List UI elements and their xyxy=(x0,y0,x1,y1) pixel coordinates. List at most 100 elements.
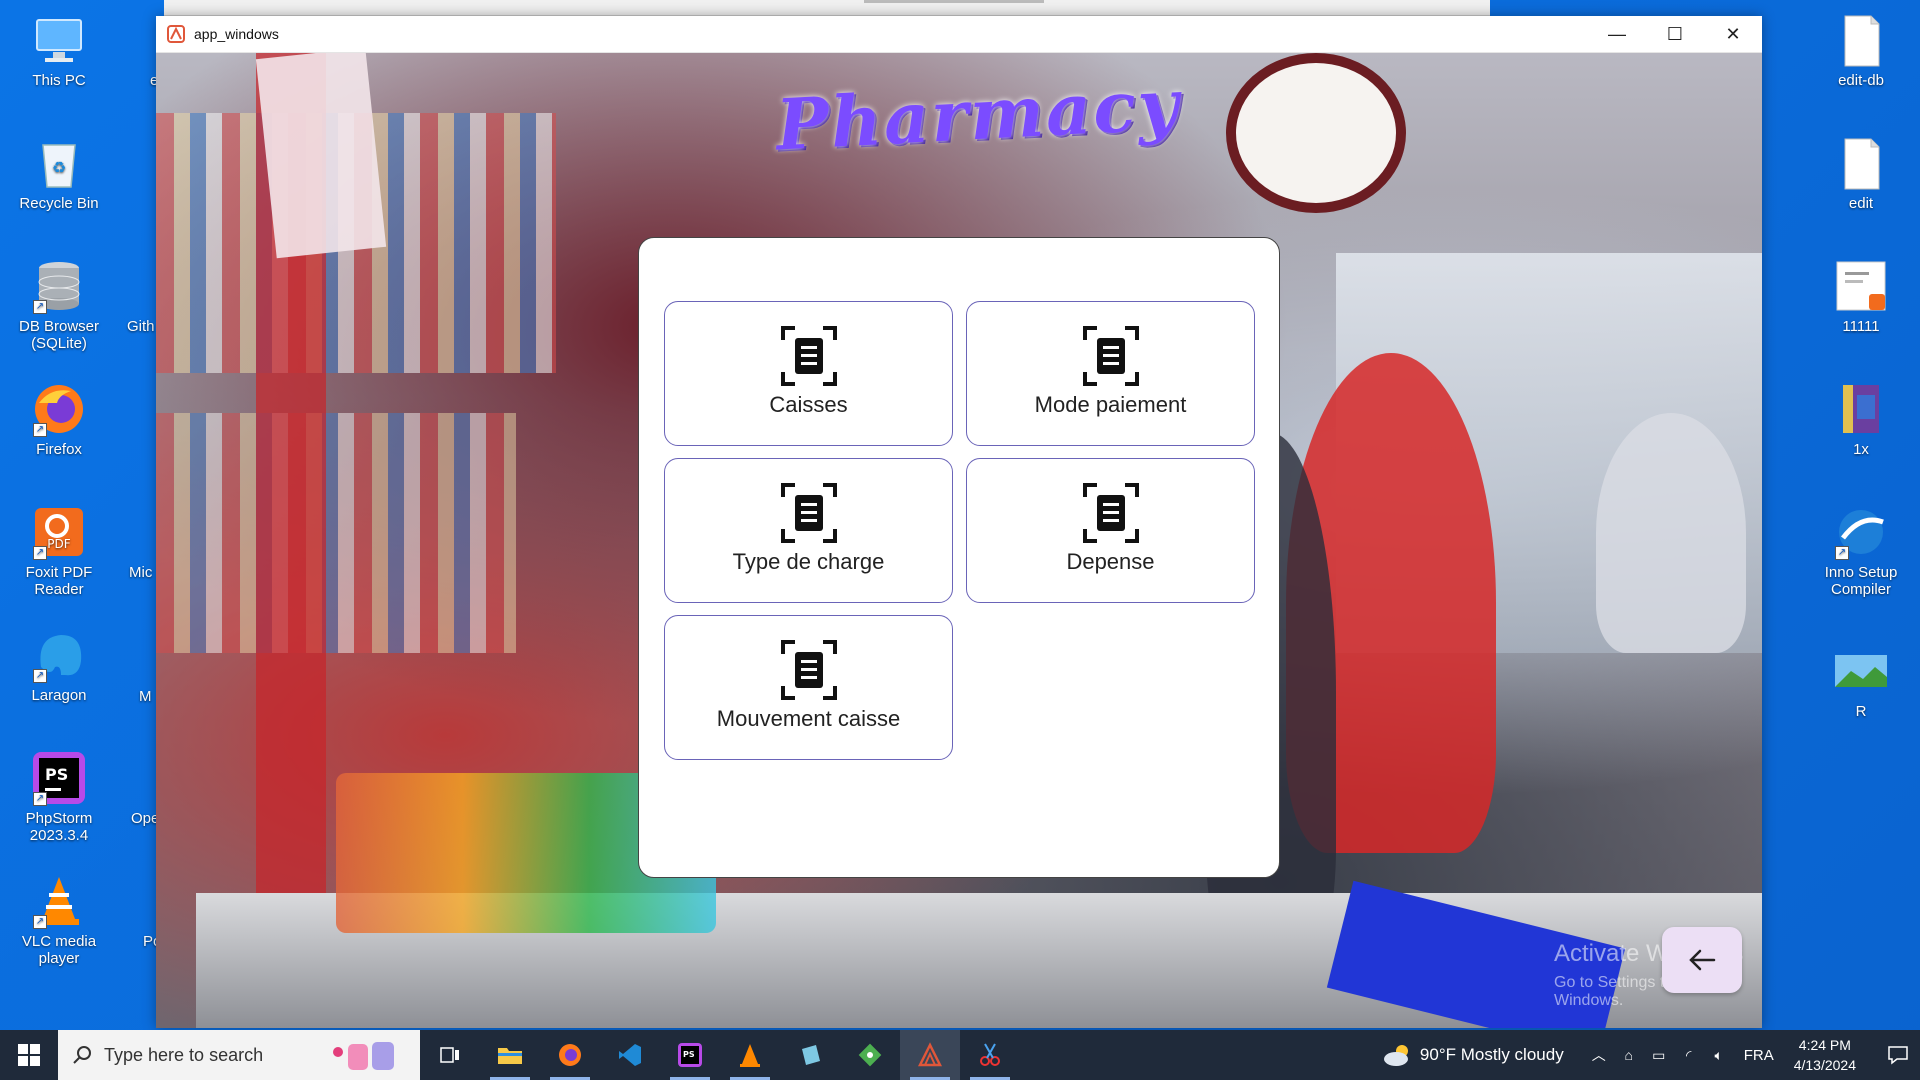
desktop-icon-1x[interactable]: 1x xyxy=(1802,373,1920,483)
taskbar-vscode[interactable] xyxy=(600,1030,660,1080)
menu-card-caisses[interactable]: Caisses xyxy=(664,301,953,446)
shortcut-arrow-icon: ↗ xyxy=(33,915,47,929)
battery-icon[interactable]: ▭ xyxy=(1650,1046,1668,1064)
desktop-icon-label: This PC xyxy=(32,72,86,89)
start-button[interactable] xyxy=(0,1030,58,1080)
desktop-icon-recycle-bin[interactable]: ♻ Recycle Bin xyxy=(0,127,118,237)
menu-card-label: Mouvement caisse xyxy=(716,706,901,731)
winrar-icon xyxy=(1833,381,1889,437)
desktop-icon-label: 11111 xyxy=(1842,318,1880,335)
desktop-icon-db-browser[interactable]: ↗ DB Browser (SQLite) xyxy=(0,250,118,370)
desktop-icon-label: edit xyxy=(1848,195,1874,212)
receipt-scan-icon xyxy=(1082,326,1139,386)
taskbar-clock[interactable]: 4:24 PM 4/13/2024 xyxy=(1794,1035,1856,1075)
background-window-tab xyxy=(864,0,1044,3)
system-tray: 90°F Mostly cloudy ︿ ⌂ ▭ ◜ 🔈︎ FRA 4:24 P… xyxy=(1382,1030,1920,1080)
desktop-icon-11111[interactable]: 11111 xyxy=(1802,250,1920,360)
desktop-icon-edit[interactable]: edit xyxy=(1802,127,1920,237)
desktop-icon-edit-db[interactable]: edit-db xyxy=(1802,4,1920,114)
menu-card-depense[interactable]: Depense xyxy=(966,458,1255,603)
shelf-decor xyxy=(156,413,516,653)
menu-card-label: Caisses xyxy=(769,392,848,417)
database-icon: ↗ xyxy=(31,258,87,314)
inno-setup-icon: ↗ xyxy=(1833,504,1889,560)
file-icon xyxy=(1833,135,1889,191)
receipt-scan-icon xyxy=(780,326,837,386)
cloudy-weather-icon xyxy=(1383,1045,1408,1066)
windows-logo-icon xyxy=(18,1044,40,1066)
desktop-icon-label: Laragon xyxy=(31,687,87,704)
window-controls: — ☐ ✕ xyxy=(1588,16,1762,53)
desktop-icon-foxit[interactable]: PDF ↗ Foxit PDF Reader xyxy=(0,496,118,606)
search-placeholder: Type here to search xyxy=(104,1044,264,1065)
notification-center-button[interactable] xyxy=(1876,1030,1920,1080)
receipt-scan-icon xyxy=(780,640,837,700)
menu-card-mouvement-caisse[interactable]: Mouvement caisse xyxy=(664,615,953,760)
firefox-icon: ↗ xyxy=(31,381,87,437)
search-highlight-illustration-icon xyxy=(333,1042,394,1070)
menu-card-mode-paiement[interactable]: Mode paiement xyxy=(966,301,1255,446)
close-button[interactable]: ✕ xyxy=(1704,16,1762,53)
taskbar-search-box[interactable]: Type here to search xyxy=(58,1030,420,1080)
desktop-icon-laragon[interactable]: ↗ Laragon xyxy=(0,619,118,729)
desktop-icon-label: VLC media player xyxy=(21,933,97,967)
search-icon xyxy=(73,1046,91,1064)
menu-card-type-de-charge[interactable]: Type de charge xyxy=(664,458,953,603)
title-bar[interactable]: app_windows — ☐ ✕ xyxy=(156,16,1762,53)
taskbar-git[interactable] xyxy=(840,1030,900,1080)
image-icon xyxy=(1833,643,1889,699)
taskbar-snipping-tool[interactable] xyxy=(960,1030,1020,1080)
taskbar-task-view[interactable] xyxy=(420,1030,480,1080)
wall-clock-decor xyxy=(1226,53,1406,213)
desktop-icon-label: Firefox xyxy=(36,441,82,458)
minimize-button[interactable]: — xyxy=(1588,16,1646,53)
app-logo-icon xyxy=(167,25,185,43)
shortcut-arrow-icon: ↗ xyxy=(33,546,47,560)
taskbar-app-windows[interactable] xyxy=(900,1030,960,1080)
app-windows-icon xyxy=(917,1042,943,1067)
background-window-edge xyxy=(164,0,1490,16)
chevron-up-icon[interactable]: ︿ xyxy=(1590,1046,1608,1064)
back-button[interactable] xyxy=(1662,927,1742,993)
desktop-icon-label: 1x xyxy=(1853,441,1869,458)
desktop-icon-this-pc[interactable]: This PC xyxy=(0,4,118,114)
taskbar-firefox[interactable] xyxy=(540,1030,600,1080)
maximize-button[interactable]: ☐ xyxy=(1646,16,1704,53)
clock-date: 4/13/2024 xyxy=(1793,1057,1856,1073)
desktop-icon-phpstorm[interactable]: PS ↗ PhpStorm 2023.3.4 xyxy=(0,742,118,862)
desktop-icon-vlc[interactable]: ↗ VLC media player xyxy=(0,865,118,975)
shortcut-arrow-icon: ↗ xyxy=(33,792,47,806)
taskbar-vlc[interactable] xyxy=(720,1030,780,1080)
clock-time: 4:24 PM xyxy=(1798,1037,1851,1053)
pharmacy-sign: Pharmacy xyxy=(774,62,1183,167)
file-icon xyxy=(1833,12,1889,68)
taskbar-phpstorm[interactable]: PS xyxy=(660,1030,720,1080)
receipt-scan-icon xyxy=(1082,483,1139,543)
shortcut-arrow-icon: ↗ xyxy=(1835,546,1849,560)
desktop-icon-inno-setup[interactable]: ↗ Inno Setup Compiler xyxy=(1802,496,1920,616)
menu-card-label: Type de charge xyxy=(732,549,885,574)
taskbar-file-explorer[interactable] xyxy=(480,1030,540,1080)
menu-card-label: Mode paiement xyxy=(1034,392,1187,417)
desktop-icon-firefox[interactable]: ↗ Firefox xyxy=(0,373,118,483)
language-indicator[interactable]: FRA xyxy=(1744,1047,1774,1064)
firefox-icon xyxy=(559,1044,581,1066)
arrow-left-icon xyxy=(1689,949,1716,971)
background-photo: Pharmacy Caisses Mode paiement Type de c… xyxy=(156,53,1762,1028)
taskbar-notepad[interactable] xyxy=(780,1030,840,1080)
elephant-icon: ↗ xyxy=(31,627,87,683)
person-decor xyxy=(1596,413,1746,653)
app-window: app_windows — ☐ ✕ Pharmacy Caisses Mode … xyxy=(156,16,1762,1028)
wifi-icon[interactable]: ◜ xyxy=(1680,1046,1698,1064)
camera-icon[interactable]: ⌂ xyxy=(1620,1046,1638,1064)
taskbar: Type here to search PS 90°F Mostly cloud… xyxy=(0,1030,1920,1080)
tray-icons: ︿ ⌂ ▭ ◜ 🔈︎ xyxy=(1590,1046,1728,1064)
recycle-bin-icon: ♻ xyxy=(31,135,87,191)
git-icon xyxy=(858,1043,882,1067)
partial-desktop-label: Mic xyxy=(129,564,153,581)
desktop-icon-label: PhpStorm 2023.3.4 xyxy=(25,810,93,844)
desktop-icon-r[interactable]: R xyxy=(1802,635,1920,745)
volume-icon[interactable]: 🔈︎ xyxy=(1710,1046,1728,1064)
weather-widget[interactable]: 90°F Mostly cloudy xyxy=(1382,1043,1564,1067)
computer-icon xyxy=(31,12,87,68)
